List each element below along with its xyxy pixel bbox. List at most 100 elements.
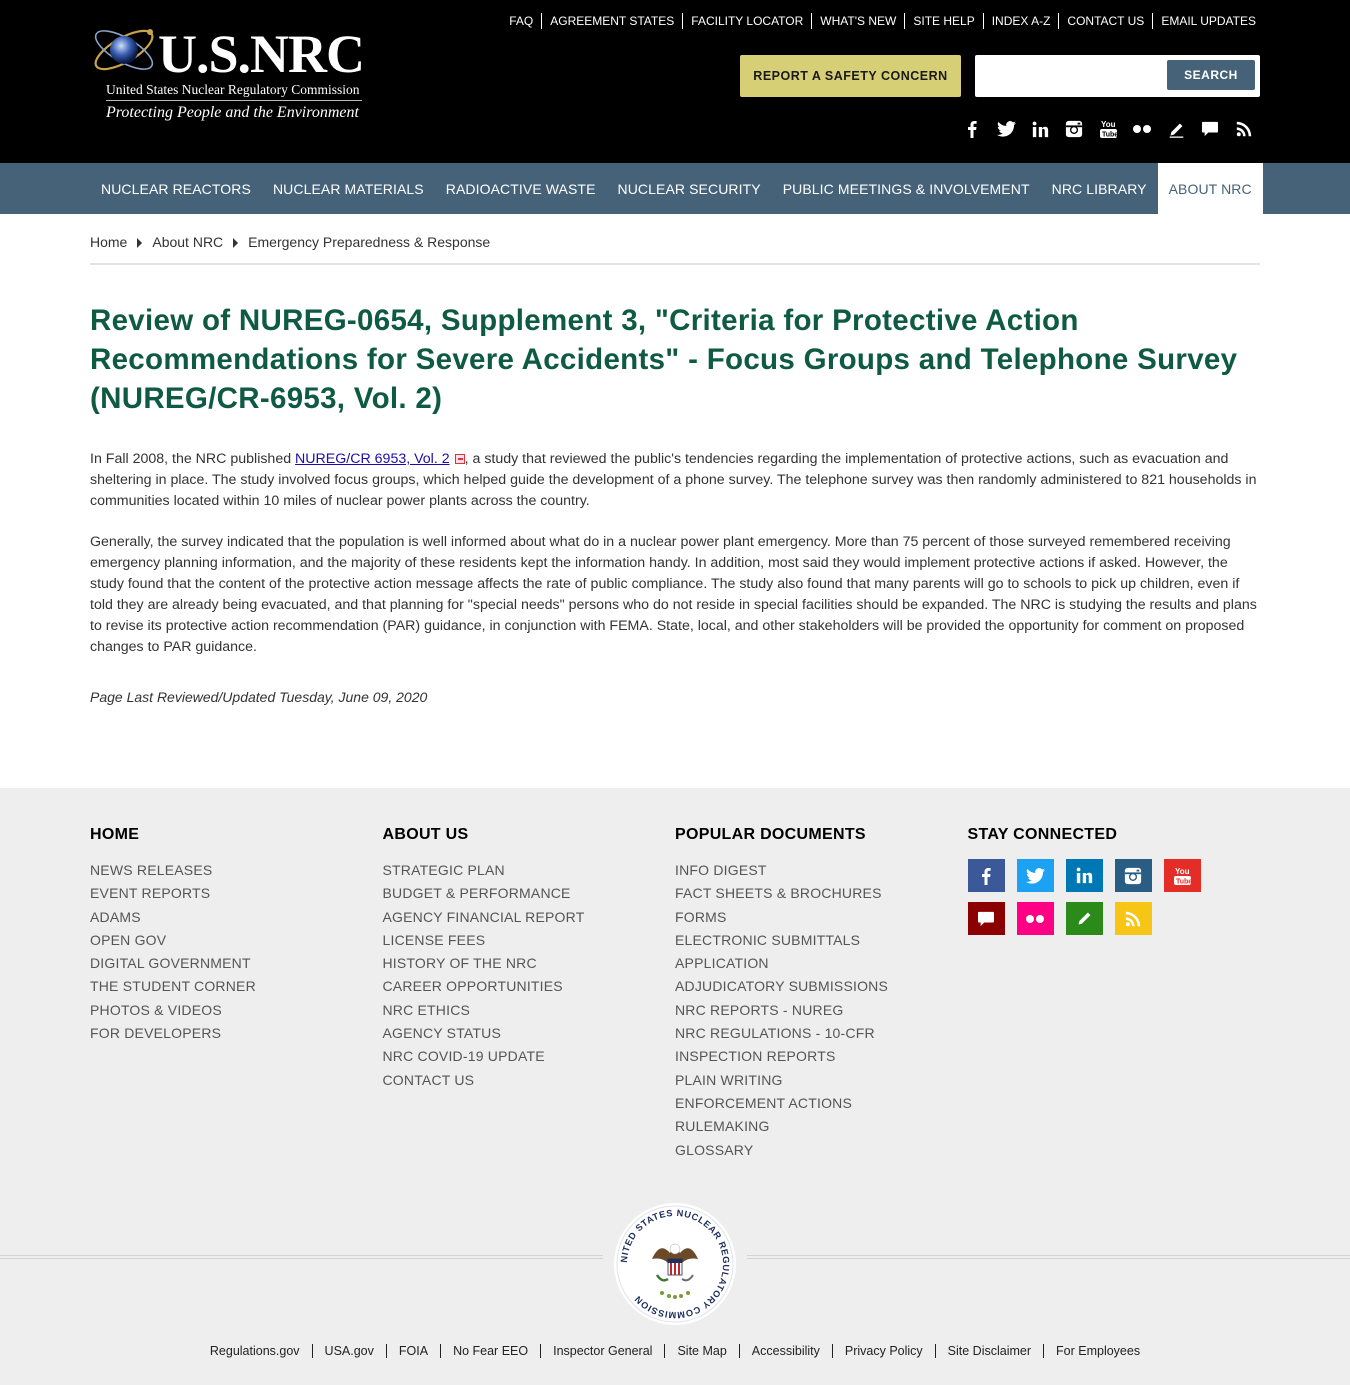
footer-link[interactable]: PLAIN WRITING	[675, 1069, 968, 1092]
nav-nuclear-security[interactable]: NUCLEAR SECURITY	[607, 163, 772, 214]
instagram-icon[interactable]	[1114, 859, 1152, 892]
linkedin-icon[interactable]	[1065, 859, 1103, 892]
footer-link[interactable]: STRATEGIC PLAN	[383, 859, 676, 882]
bottom-link-site-map[interactable]: Site Map	[664, 1344, 738, 1358]
bottom-link-for-employees[interactable]: For Employees	[1043, 1344, 1152, 1358]
site-header: U.S.NRC United States Nuclear Regulatory…	[0, 0, 1350, 163]
comment-icon[interactable]	[967, 902, 1005, 935]
nrc-logo[interactable]: U.S.NRC United States Nuclear Regulatory…	[90, 20, 365, 125]
util-link-facility-locator[interactable]: FACILITY LOCATOR	[682, 13, 811, 29]
footer-link[interactable]: APPLICATION	[675, 952, 968, 975]
rss-icon[interactable]	[1234, 117, 1254, 141]
footer-link[interactable]: THE STUDENT CORNER	[90, 975, 383, 998]
youtube-icon[interactable]: You Tube	[1163, 859, 1201, 892]
footer-link[interactable]: INSPECTION REPORTS	[675, 1045, 968, 1068]
report-safety-concern-button[interactable]: REPORT A SAFETY CONCERN	[740, 55, 961, 97]
footer-link[interactable]: EVENT REPORTS	[90, 882, 383, 905]
bottom-link-no-fear-eeo[interactable]: No Fear EEO	[440, 1344, 540, 1358]
search-input[interactable]	[981, 61, 1161, 91]
footer-link[interactable]: NRC ETHICS	[383, 999, 676, 1022]
footer-link[interactable]: INFO DIGEST	[675, 859, 968, 882]
site-footer: HOME NEWS RELEASES EVENT REPORTS ADAMS O…	[0, 788, 1350, 1385]
footer-link[interactable]: AGENCY FINANCIAL REPORT	[383, 906, 676, 929]
footer-link[interactable]: FOR DEVELOPERS	[90, 1022, 383, 1045]
search-form: SEARCH	[975, 55, 1260, 97]
nav-public-meetings[interactable]: PUBLIC MEETINGS & INVOLVEMENT	[772, 163, 1041, 214]
bottom-link-privacy-policy[interactable]: Privacy Policy	[831, 1344, 935, 1358]
breadcrumb-emergency-preparedness[interactable]: Emergency Preparedness & Response	[248, 234, 490, 250]
footer-link[interactable]: HISTORY OF THE NRC	[383, 952, 676, 975]
youtube-icon[interactable]: You Tube	[1098, 117, 1118, 141]
twitter-icon[interactable]	[1016, 859, 1054, 892]
footer-heading-about[interactable]: ABOUT US	[383, 826, 676, 844]
rss-icon[interactable]	[1114, 902, 1152, 935]
blog-icon[interactable]	[1166, 117, 1186, 141]
nav-nrc-library[interactable]: NRC LIBRARY	[1041, 163, 1158, 214]
footer-link[interactable]: LICENSE FEES	[383, 929, 676, 952]
breadcrumb-about-nrc[interactable]: About NRC	[152, 234, 223, 250]
main-nav: NUCLEAR REACTORS NUCLEAR MATERIALS RADIO…	[0, 163, 1350, 214]
facebook-icon[interactable]	[967, 859, 1005, 892]
svg-text:You: You	[1101, 120, 1116, 129]
footer-link[interactable]: GLOSSARY	[675, 1139, 968, 1162]
blog-icon[interactable]	[1065, 902, 1103, 935]
util-link-site-help[interactable]: SITE HELP	[904, 13, 982, 29]
footer-link[interactable]: BUDGET & PERFORMANCE	[383, 882, 676, 905]
breadcrumb: Home About NRC Emergency Preparedness & …	[90, 214, 1260, 265]
twitter-icon[interactable]	[996, 117, 1016, 141]
facebook-icon[interactable]	[962, 117, 982, 141]
breadcrumb-arrow-icon	[233, 238, 239, 248]
flickr-icon[interactable]	[1132, 117, 1152, 141]
util-link-contact-us[interactable]: CONTACT US	[1058, 13, 1152, 29]
nav-radioactive-waste[interactable]: RADIOACTIVE WASTE	[435, 163, 607, 214]
footer-link[interactable]: CONTACT US	[383, 1069, 676, 1092]
bottom-link-site-disclaimer[interactable]: Site Disclaimer	[934, 1344, 1043, 1358]
footer-link[interactable]: FACT SHEETS & BROCHURES	[675, 882, 968, 905]
footer-link[interactable]: NRC REPORTS - NUREG	[675, 999, 968, 1022]
footer-link[interactable]: CAREER OPPORTUNITIES	[383, 975, 676, 998]
util-link-whats-new[interactable]: WHAT'S NEW	[811, 13, 904, 29]
comment-icon[interactable]	[1200, 117, 1220, 141]
footer-link[interactable]: NRC REGULATIONS - 10-CFR	[675, 1022, 968, 1045]
footer-link[interactable]: OPEN GOV	[90, 929, 383, 952]
footer-link[interactable]: NRC COVID-19 UPDATE	[383, 1045, 676, 1068]
footer-link[interactable]: ENFORCEMENT ACTIONS	[675, 1092, 968, 1115]
intro-paragraph: In Fall 2008, the NRC published NUREG/CR…	[90, 449, 1260, 512]
flickr-icon[interactable]	[1016, 902, 1054, 935]
footer-link[interactable]: NEWS RELEASES	[90, 859, 383, 882]
bottom-link-inspector-general[interactable]: Inspector General	[540, 1344, 664, 1358]
footer-link[interactable]: FORMS	[675, 906, 968, 929]
footer-link[interactable]: AGENCY STATUS	[383, 1022, 676, 1045]
util-link-faq[interactable]: FAQ	[501, 13, 541, 29]
nav-nuclear-reactors[interactable]: NUCLEAR REACTORS	[90, 163, 262, 214]
bottom-link-usa-gov[interactable]: USA.gov	[311, 1344, 386, 1358]
search-button[interactable]: SEARCH	[1167, 60, 1255, 90]
bottom-link-accessibility[interactable]: Accessibility	[738, 1344, 832, 1358]
bottom-link-foia[interactable]: FOIA	[385, 1344, 440, 1358]
util-link-index-az[interactable]: INDEX A-Z	[982, 13, 1059, 29]
bottom-link-regulations-gov[interactable]: Regulations.gov	[198, 1344, 312, 1358]
util-link-email-updates[interactable]: EMAIL UPDATES	[1152, 13, 1256, 29]
nav-about-nrc[interactable]: ABOUT NRC	[1157, 163, 1263, 214]
nureg-report-link[interactable]: NUREG/CR 6953, Vol. 2	[295, 451, 450, 467]
footer-link[interactable]: ELECTRONIC SUBMITTALS	[675, 929, 968, 952]
footer-col-popular-documents: POPULAR DOCUMENTS INFO DIGEST FACT SHEET…	[675, 826, 968, 1162]
breadcrumb-arrow-icon	[137, 238, 143, 248]
footer-link[interactable]: ADJUDICATORY SUBMISSIONS	[675, 975, 968, 998]
footer-link[interactable]: PHOTOS & VIDEOS	[90, 999, 383, 1022]
linkedin-icon[interactable]	[1030, 117, 1050, 141]
footer-col-about: ABOUT US STRATEGIC PLAN BUDGET & PERFORM…	[383, 826, 676, 1162]
footer-link[interactable]: ADAMS	[90, 906, 383, 929]
breadcrumb-home[interactable]: Home	[90, 234, 127, 250]
nav-nuclear-materials[interactable]: NUCLEAR MATERIALS	[262, 163, 435, 214]
instagram-icon[interactable]	[1064, 117, 1084, 141]
svg-text:Tube: Tube	[1176, 878, 1191, 885]
logo-wordmark: U.S.NRC	[158, 24, 365, 84]
footer-link[interactable]: DIGITAL GOVERNMENT	[90, 952, 383, 975]
footer-heading-stay-connected: STAY CONNECTED	[967, 826, 1118, 843]
logo-tagline: Protecting People and the Environment	[106, 104, 359, 121]
footer-heading-popular-documents[interactable]: POPULAR DOCUMENTS	[675, 826, 968, 844]
util-link-agreement-states[interactable]: AGREEMENT STATES	[541, 13, 682, 29]
footer-heading-home[interactable]: HOME	[90, 826, 383, 844]
footer-link[interactable]: RULEMAKING	[675, 1115, 968, 1138]
